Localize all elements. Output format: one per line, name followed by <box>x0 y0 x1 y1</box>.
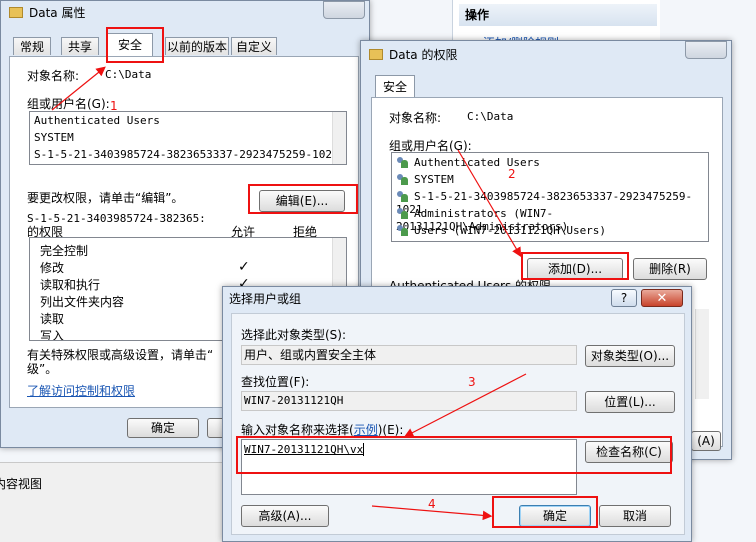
arrow-2 <box>457 149 522 258</box>
annotation-4: 4 <box>428 497 436 511</box>
annotation-2: 2 <box>508 167 516 181</box>
arrow-1 <box>51 66 106 111</box>
annotation-3: 3 <box>468 375 476 389</box>
annotation-1: 1 <box>110 99 118 113</box>
arrow-3 <box>403 373 527 438</box>
annotation-arrows <box>51 66 527 521</box>
